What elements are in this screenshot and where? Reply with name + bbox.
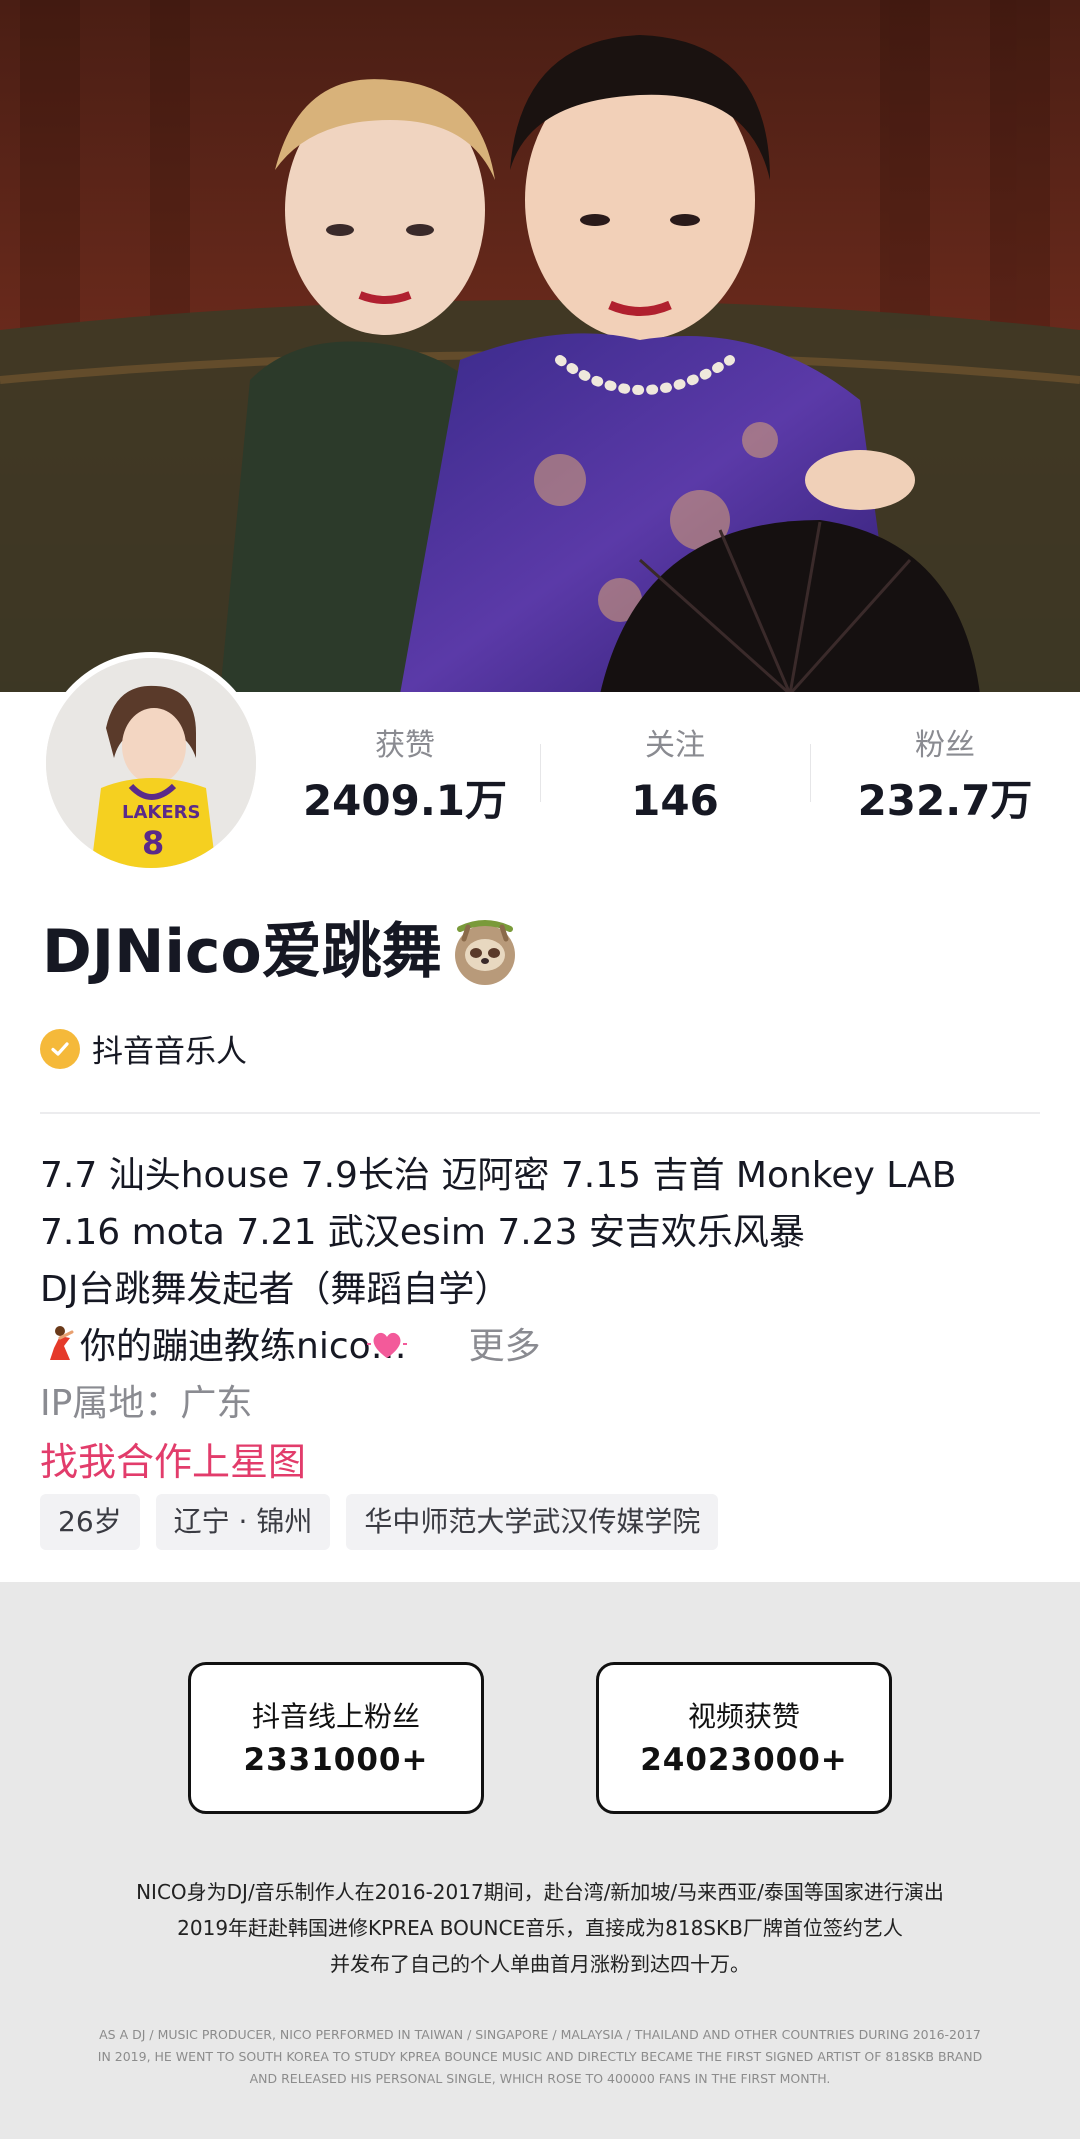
heart-emoji-icon	[366, 1332, 407, 1358]
chinese-description: NICO身为DJ/音乐制作人在2016-2017期间，赴台湾/新加坡/马来西亚/…	[0, 1874, 1080, 1982]
bio-line-3: DJ台跳舞发起者（舞蹈自学）	[40, 1269, 511, 1310]
bio-more-link[interactable]: 更多	[469, 1326, 541, 1367]
tag-age[interactable]: 26岁	[40, 1494, 140, 1550]
box-label: 抖音线上粉丝	[251, 1700, 420, 1733]
stat-value: 146	[631, 776, 719, 825]
stats-row: 获赞 2409.1万 关注 146 粉丝 232.7万	[270, 714, 1080, 834]
svg-text:LAKERS: LAKERS	[122, 802, 200, 823]
info-section: 抖音线上粉丝 2331000+ 视频获赞 24023000+ NICO身为DJ/…	[0, 1582, 1080, 2139]
bio[interactable]: 7.7 汕头house 7.9长治 迈阿密 7.15 吉首 Monkey LAB…	[40, 1147, 1040, 1492]
fans-stat-box: 抖音线上粉丝 2331000+	[188, 1662, 484, 1814]
english-description: AS A DJ / MUSIC PRODUCER, NICO PERFORMED…	[0, 2024, 1080, 2090]
en-line: IN 2019, HE WENT TO SOUTH KOREA TO STUDY…	[97, 2049, 983, 2064]
divider	[40, 1112, 1040, 1114]
en-line: AS A DJ / MUSIC PRODUCER, NICO PERFORMED…	[99, 2027, 981, 2042]
box-value: 24023000+	[640, 1742, 848, 1778]
profile-name: DJNico爱跳舞	[42, 910, 522, 994]
avatar-image: LAKERS 8	[46, 658, 256, 868]
stat-label: 关注	[645, 728, 705, 763]
profile-name-text: DJNico爱跳舞	[42, 917, 442, 987]
stat-likes[interactable]: 获赞 2409.1万	[270, 714, 540, 834]
cn-line: 2019年赶赴韩国进修KPREA BOUNCE音乐，直接成为818SKB厂牌首位…	[177, 1916, 903, 1940]
stat-followers[interactable]: 粉丝 232.7万	[810, 714, 1080, 834]
profile-tags: 26岁 辽宁 · 锦州 华中师范大学武汉传媒学院	[40, 1494, 719, 1550]
svg-text:8: 8	[142, 824, 164, 862]
bio-line-2: 7.16 mota 7.21 武汉esim 7.23 安吉欢乐风暴	[40, 1212, 805, 1253]
stat-following[interactable]: 关注 146	[540, 714, 810, 834]
tag-school[interactable]: 华中师范大学武汉传媒学院	[346, 1494, 719, 1550]
likes-stat-box: 视频获赞 24023000+	[596, 1662, 892, 1814]
cover-photo[interactable]	[0, 0, 1080, 694]
verification-text: 抖音音乐人	[92, 1034, 247, 1070]
stat-label: 粉丝	[915, 728, 975, 763]
sloth-emoji-icon	[454, 920, 515, 985]
bio-line-4-text: 你的蹦迪教练nico…	[80, 1326, 407, 1367]
cn-line: NICO身为DJ/音乐制作人在2016-2017期间，赴台湾/新加坡/马来西亚/…	[136, 1880, 944, 1904]
bio-line-1: 7.7 汕头house 7.9长治 迈阿密 7.15 吉首 Monkey LAB	[40, 1155, 957, 1196]
bio-line-4: 你的蹦迪教练nico… 更多	[40, 1318, 1040, 1375]
box-value: 2331000+	[243, 1742, 429, 1778]
tag-location[interactable]: 辽宁 · 锦州	[155, 1494, 331, 1550]
ip-location: IP属地：广东	[40, 1383, 253, 1424]
avatar[interactable]: LAKERS 8	[40, 652, 262, 874]
cn-line: 并发布了自己的个人单曲首月涨粉到达四十万。	[330, 1952, 750, 1976]
verification-row[interactable]: 抖音音乐人	[40, 1026, 247, 1071]
cover-illustration	[0, 0, 1080, 694]
check-badge-icon	[40, 1028, 80, 1069]
en-line: AND RELEASED HIS PERSONAL SINGLE, WHICH …	[249, 2071, 831, 2086]
star-map-link[interactable]: 找我合作上星图	[40, 1432, 1040, 1492]
box-label: 视频获赞	[687, 1700, 800, 1733]
profile-card: LAKERS 8 获赞 2409.1万 关注 146 粉丝 232.7万 DJN…	[0, 652, 1080, 1582]
dancer-emoji-icon	[50, 1326, 74, 1360]
stat-value: 232.7万	[857, 776, 1033, 825]
stat-value: 2409.1万	[302, 776, 508, 825]
stat-label: 获赞	[375, 728, 435, 763]
